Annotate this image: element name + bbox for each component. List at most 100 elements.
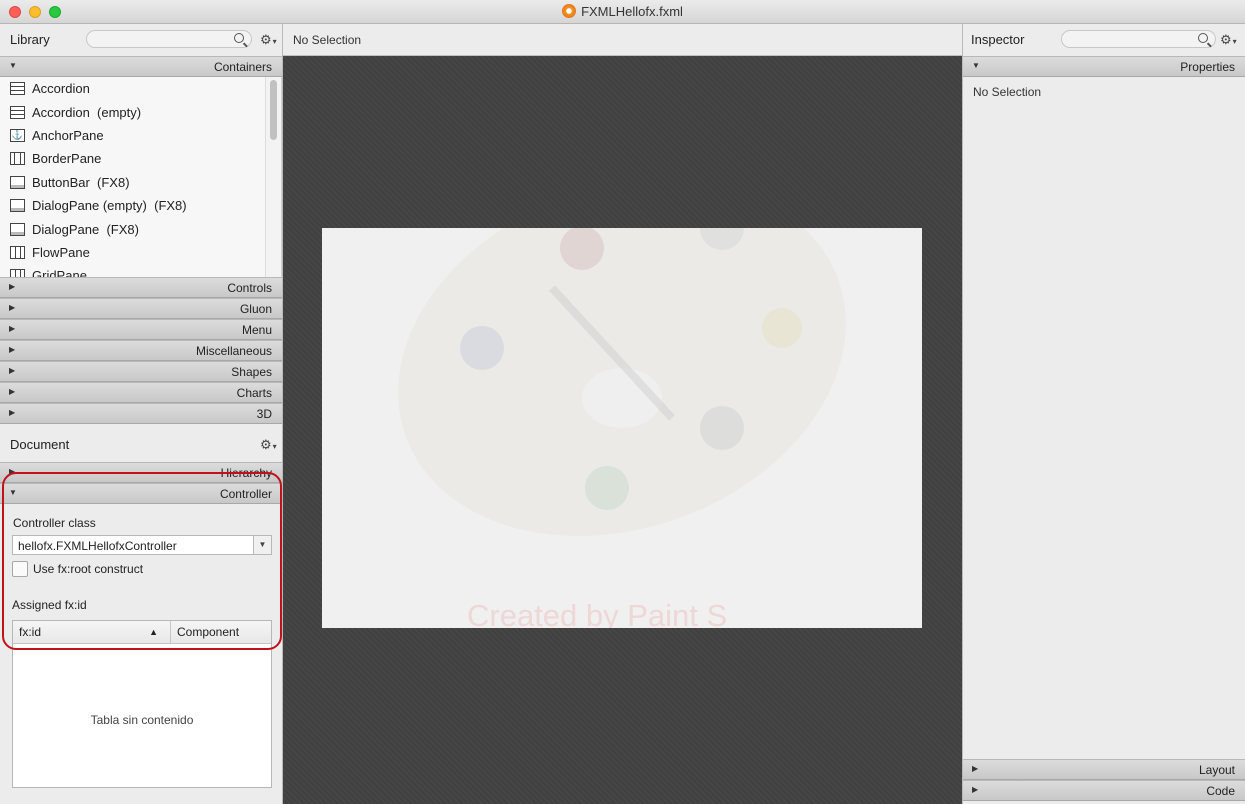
selection-bar: No Selection [283,24,962,56]
section-label: Containers [213,60,272,74]
buttonbar-icon [10,175,25,189]
document-page[interactable]: Created by Paint S [322,228,922,628]
inspector-header: Inspector ⚙ [963,24,1245,56]
library-section-3d[interactable]: ▶ 3D [0,403,282,424]
anchorpane-icon: ⚓ [10,128,25,142]
list-item[interactable]: DialogPane (FX8) [0,217,281,240]
section-label: Properties [1180,60,1235,74]
section-label: Controls [227,281,272,295]
table-empty-message: Tabla sin contenido [90,713,194,727]
flowpane-icon [10,245,25,259]
inspector-section-layout[interactable]: ▶ Layout [963,759,1245,780]
library-section-containers[interactable]: ▼ Containers [0,56,282,77]
fx-root-label: Use fx:root construct [33,562,144,576]
library-header: Library ⚙ [0,24,282,56]
library-section-charts[interactable]: ▶ Charts [0,382,282,403]
controller-class-label: Controller class [13,516,96,530]
collapsed-triangle-icon: ▶ [9,387,16,396]
section-label: Shapes [231,365,272,379]
list-item[interactable]: BorderPane [0,147,281,170]
collapsed-triangle-icon: ▶ [9,467,16,476]
collapsed-triangle-icon: ▶ [9,366,16,375]
document-gear-icon[interactable]: ⚙ [260,437,277,453]
search-icon [234,33,244,43]
inspector-panel: Inspector ⚙ ▼ Properties No Selection ▶ … [962,24,1245,804]
library-section-gluon[interactable]: ▶ Gluon [0,298,282,319]
chevron-down-icon[interactable]: ▼ [253,536,271,554]
list-item[interactable]: ButtonBar (FX8) [0,171,281,194]
document-section-controller[interactable]: ▼ Controller [0,483,282,504]
section-label: Code [1206,784,1235,798]
list-item[interactable]: ⚓ AnchorPane [0,124,281,147]
inspector-section-code[interactable]: ▶ Code [963,780,1245,801]
collapsed-triangle-icon: ▶ [972,785,979,794]
list-item-label: GridPane [32,268,87,277]
library-section-shapes[interactable]: ▶ Shapes [0,361,282,382]
inspector-gear-icon[interactable]: ⚙ [1220,32,1237,48]
library-search-input[interactable] [86,30,252,48]
section-label: Miscellaneous [195,344,272,358]
design-canvas[interactable]: Created by Paint S [283,56,962,804]
column-header-component[interactable]: Component [171,621,271,644]
document-header: Document ⚙ [0,424,282,462]
column-header-label: Component [177,625,240,639]
library-title: Library [10,32,50,47]
section-label: Charts [236,386,272,400]
list-item-label: BorderPane [32,151,102,167]
no-selection-text: No Selection [973,85,1042,99]
list-item-label: AnchorPane [32,127,104,143]
library-section-menu[interactable]: ▶ Menu [0,319,282,340]
collapsed-triangle-icon: ▶ [9,303,16,312]
inspector-search-input[interactable] [1061,30,1216,48]
inspector-title: Inspector [971,32,1025,47]
list-item[interactable]: GridPane [0,264,281,277]
scrollbar-thumb[interactable] [270,80,277,140]
table-header: fx:id ▲ Component [13,621,271,644]
fxid-table: fx:id ▲ Component Tabla sin contenido [12,620,272,788]
section-label: Hierarchy [220,466,272,480]
section-label: Controller [219,487,272,501]
window-title: FXMLHellofx.fxml [0,4,1245,19]
window-title-text: FXMLHellofx.fxml [581,4,683,19]
library-section-miscellaneous[interactable]: ▶ Miscellaneous [0,340,282,361]
inspector-section-properties[interactable]: ▼ Properties [963,56,1245,77]
list-item-label: DialogPane (FX8) [32,221,139,237]
list-item-label: DialogPane (empty) (FX8) [32,198,187,214]
search-icon [1198,33,1208,43]
expanded-triangle-icon: ▼ [9,61,17,70]
gridpane-icon [10,269,25,277]
document-section-hierarchy[interactable]: ▶ Hierarchy [0,462,282,483]
collapsed-triangle-icon: ▶ [9,408,16,417]
dialogpane-icon [10,199,25,213]
list-item[interactable]: Accordion (empty) [0,100,281,123]
controller-class-combo[interactable]: hellofx.FXMLHellofxController ▼ [12,535,272,555]
selection-text: No Selection [293,33,362,47]
collapsed-triangle-icon: ▶ [9,324,16,333]
dialogpane-icon [10,222,25,236]
library-scrollbar[interactable] [265,77,281,277]
content-panel: No Selection Created by Paint S [283,24,962,804]
section-label: Menu [241,323,272,337]
controller-pane: Controller class hellofx.FXMLHellofxCont… [0,504,282,804]
list-item-label: FlowPane [32,244,90,260]
list-item[interactable]: DialogPane (empty) (FX8) [0,194,281,217]
borderpane-icon [10,152,25,166]
accordion-icon [10,82,25,96]
list-item[interactable]: Accordion [0,77,281,100]
column-header-label: fx:id [19,625,42,639]
collapsed-triangle-icon: ▶ [9,345,16,354]
library-gear-icon[interactable]: ⚙ [260,32,277,48]
properties-body: No Selection [963,77,1245,759]
column-header-fxid[interactable]: fx:id ▲ [13,621,171,644]
list-item-label: Accordion (empty) [32,104,142,120]
scene-builder-app-icon [562,4,577,18]
collapsed-triangle-icon: ▶ [9,282,16,291]
library-list: Accordion Accordion (empty) ⚓ AnchorPane… [0,77,282,277]
library-section-controls[interactable]: ▶ Controls [0,277,282,298]
accordion-icon [10,105,25,119]
list-item[interactable]: FlowPane [0,241,281,264]
left-panel: Library ⚙ ▼ Containers Accordion Accordi… [0,24,283,804]
fx-root-checkbox[interactable] [12,561,28,577]
sort-ascending-icon: ▲ [149,627,158,637]
list-item-label: ButtonBar (FX8) [32,174,130,190]
